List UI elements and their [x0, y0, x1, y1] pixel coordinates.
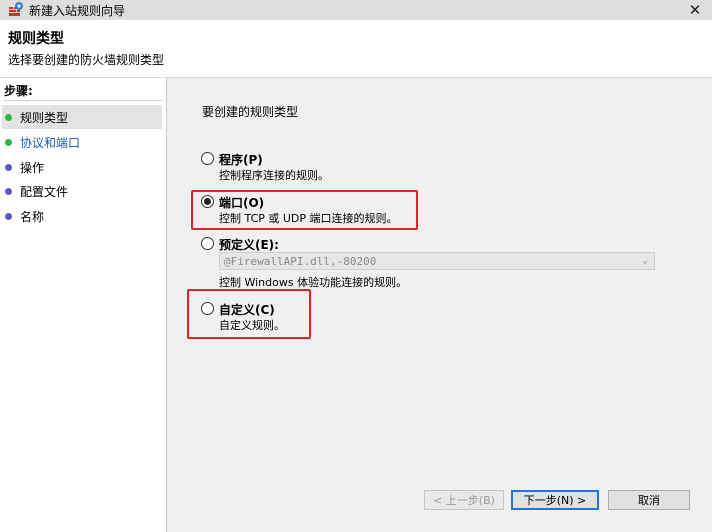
option-title: 程序(P)	[219, 153, 263, 167]
step-label: 协议和端口	[20, 135, 81, 150]
cancel-button[interactable]: 取消	[608, 490, 690, 510]
predefined-radio[interactable]	[201, 237, 214, 250]
predefined-select: @FirewallAPI.dll,-80200 ⌄	[219, 252, 655, 270]
step-label: 配置文件	[20, 184, 69, 199]
rule-type-question: 要创建的规则类型	[202, 105, 299, 119]
page-title: 规则类型	[8, 31, 64, 47]
step-action[interactable]: 操作	[2, 155, 162, 179]
next-button[interactable]: 下一步(N) >	[511, 490, 599, 510]
step-label: 规则类型	[20, 110, 69, 125]
steps-sidebar: 步骤: 规则类型 协议和端口 操作 配置文件 名称	[0, 78, 167, 532]
step-bullet-icon	[5, 187, 12, 195]
option-predefined[interactable]: 预定义(E):	[201, 236, 279, 253]
step-label: 名称	[20, 209, 45, 224]
window-title: 新建入站规则向导	[29, 4, 126, 18]
step-name[interactable]: 名称	[2, 204, 162, 228]
firewall-app-icon	[9, 2, 23, 16]
option-program[interactable]: 程序(P)	[201, 151, 263, 168]
step-rule-type[interactable]: 规则类型	[2, 105, 162, 129]
option-title: 预定义(E):	[219, 238, 279, 252]
wizard-header: 规则类型 选择要创建的防火墙规则类型	[0, 20, 712, 78]
chevron-down-icon: ⌄	[641, 255, 648, 266]
rule-type-panel: 要创建的规则类型 程序(P) 控制程序连接的规则。 端口(O) 控制 TCP 或…	[167, 78, 712, 532]
port-highlight-box	[191, 190, 418, 230]
step-bullet-icon	[5, 113, 12, 121]
step-bullet-icon	[5, 212, 12, 220]
back-button[interactable]: < 上一步(B)	[424, 490, 504, 510]
step-protocol-ports[interactable]: 协议和端口	[2, 130, 162, 154]
predefined-select-value: @FirewallAPI.dll,-80200	[224, 254, 377, 268]
step-bullet-icon	[5, 138, 12, 146]
title-bar: 新建入站规则向导 ✕	[0, 0, 712, 20]
step-bullet-icon	[5, 163, 12, 171]
program-radio[interactable]	[201, 152, 214, 165]
page-subtitle: 选择要创建的防火墙规则类型	[8, 53, 165, 67]
close-button[interactable]: ✕	[678, 0, 712, 20]
step-profile[interactable]: 配置文件	[2, 179, 162, 203]
custom-highlight-box	[187, 289, 311, 339]
step-label: 操作	[20, 160, 45, 175]
option-description: 控制程序连接的规则。	[219, 169, 329, 182]
option-description: 控制 Windows 体验功能连接的规则。	[219, 276, 408, 289]
steps-heading: 步骤:	[4, 82, 162, 101]
close-icon: ✕	[688, 1, 702, 19]
